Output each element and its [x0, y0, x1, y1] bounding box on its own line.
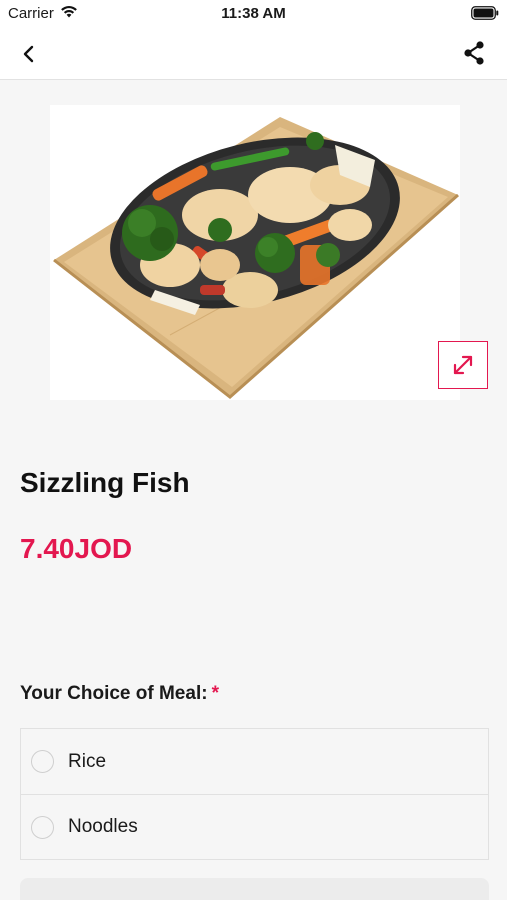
next-section-card — [20, 878, 489, 900]
expand-icon — [453, 355, 473, 375]
radio-button[interactable] — [31, 815, 54, 839]
option-rice[interactable]: Rice — [21, 729, 488, 794]
share-icon — [464, 41, 484, 65]
radio-button[interactable] — [31, 750, 54, 773]
option-label: Rice — [68, 750, 107, 772]
nav-bar — [0, 28, 507, 80]
product-price: 7.40JOD — [20, 533, 133, 564]
option-noodles[interactable]: Noodles — [21, 794, 488, 859]
status-bar: Carrier 11:38 AM — [0, 0, 507, 28]
chevron-left-icon — [23, 45, 34, 63]
product-title: Sizzling Fish — [20, 467, 190, 498]
product-image — [50, 105, 460, 400]
meal-choice-label: Your Choice of Meal: — [20, 683, 208, 704]
required-indicator: * — [211, 683, 219, 704]
share-button[interactable] — [459, 38, 489, 68]
battery-icon — [471, 6, 499, 24]
meal-choice-heading: Your Choice of Meal: * — [20, 683, 219, 705]
status-time: 11:38 AM — [221, 5, 286, 22]
option-label: Noodles — [68, 816, 138, 837]
expand-image-button[interactable] — [438, 341, 488, 389]
meal-options-list: Rice Noodles — [20, 728, 489, 860]
back-button[interactable] — [14, 40, 44, 68]
